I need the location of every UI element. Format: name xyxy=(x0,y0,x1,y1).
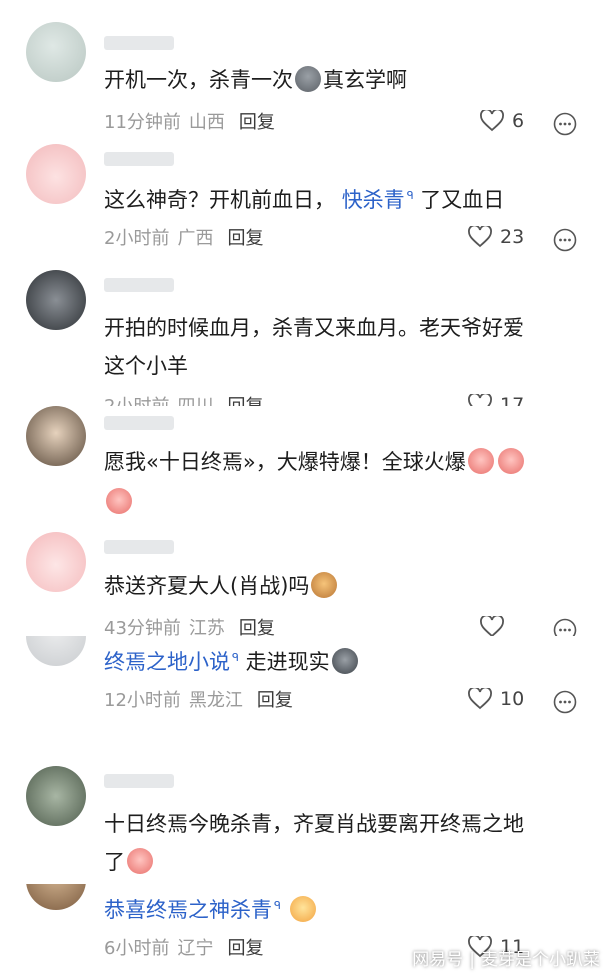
blush-emoji-icon xyxy=(106,488,132,514)
comment-meta: 43分钟前 江苏 回复 xyxy=(104,616,275,636)
like-button[interactable] xyxy=(480,616,504,636)
avatar[interactable] xyxy=(26,766,86,826)
comment-2: 这么神奇？开机前血日， 快杀青 ᑫ 了又血日 2小时前 广西 回复 23 xyxy=(0,136,612,264)
more-dots-icon[interactable] xyxy=(553,690,577,714)
comment-text: 愿我«十日终焉»，大爆特爆！全球火爆 xyxy=(104,442,589,482)
avatar[interactable] xyxy=(26,144,86,204)
comment-4: 愿我«十日终焉»，大爆特爆！全球火爆 xyxy=(0,406,612,530)
avatar[interactable] xyxy=(26,636,86,666)
reply-button[interactable]: 回复 xyxy=(239,618,275,636)
comment-meta: 11分钟前 山西 回复 xyxy=(104,112,275,133)
comment-5: 恭送齐夏大人(肖战)吗 43分钟前 江苏 回复 xyxy=(0,530,612,636)
reply-button[interactable]: 回复 xyxy=(257,690,293,711)
avatar[interactable] xyxy=(26,406,86,466)
heart-icon xyxy=(468,394,492,406)
like-button[interactable]: 6 xyxy=(480,110,524,132)
like-count: 10 xyxy=(500,688,525,710)
comment-text-line2: 了 xyxy=(104,842,589,882)
blush-emoji-icon xyxy=(127,848,153,874)
topic-link[interactable]: 恭喜终焉之神杀青 xyxy=(104,898,272,922)
comment-1: 开机一次，杀青一次 真玄学啊 11分钟前 山西 回复 6 xyxy=(0,0,612,150)
comment-text: 恭喜终焉之神杀青 ᑫ xyxy=(104,886,589,930)
comment-text: 恭送齐夏大人(肖战)吗 xyxy=(104,566,589,606)
username-blurred[interactable] xyxy=(104,416,174,430)
cat-emoji-icon xyxy=(331,648,358,674)
like-button[interactable]: 23 xyxy=(468,226,524,248)
username-blurred[interactable] xyxy=(104,152,174,166)
avatar[interactable] xyxy=(26,532,86,592)
topic-link[interactable]: 终焉之地小说 xyxy=(104,650,230,674)
comment-text: 开机一次，杀青一次 真玄学啊 xyxy=(104,66,407,92)
comment-meta: 2小时前 广西 回复 xyxy=(104,228,264,249)
comment-text-line2 xyxy=(104,482,589,522)
comment-text-line2: 这个小羊 xyxy=(104,354,188,378)
comment-meta: 2小时前四川回复 xyxy=(104,394,263,406)
heart-icon xyxy=(468,226,492,248)
more-dots-icon[interactable] xyxy=(553,618,577,636)
dog-emoji-icon xyxy=(311,572,338,598)
avatar[interactable] xyxy=(26,270,86,330)
like-count: 17 xyxy=(500,394,525,406)
poop-emoji-icon xyxy=(295,66,321,92)
reply-button[interactable]: 回复 xyxy=(227,228,263,249)
reply-button[interactable]: 回复 xyxy=(227,938,263,959)
comment-7: 十日终焉今晚杀青，齐夏肖战要离开终焉之地 了 xyxy=(0,760,612,884)
reply-button[interactable]: 回复 xyxy=(239,112,275,133)
like-count: 23 xyxy=(500,226,525,248)
reply-button[interactable]: 回复 xyxy=(227,396,263,406)
comment-3: 开拍的时候血月，杀青又来血月。老天爷好爱 这个小羊 2小时前四川回复 17 xyxy=(0,264,612,406)
heart-icon xyxy=(468,688,492,710)
comment-text: 终焉之地小说 ᑫ 走进现实 xyxy=(104,638,589,682)
search-icon[interactable]: ᑫ xyxy=(407,189,414,202)
comment-text: 十日终焉今晚杀青，齐夏肖战要离开终焉之地 xyxy=(104,812,524,836)
like-button[interactable]: 10 xyxy=(468,688,524,710)
comment-text: 这么神奇？开机前血日， 快杀青 ᑫ 了又血日 xyxy=(104,188,505,212)
heart-icon xyxy=(480,616,504,636)
like-count: 6 xyxy=(512,110,525,132)
watermark: 网易号 | 麦芽是个小趴菜 xyxy=(412,950,600,970)
comment-6: 终焉之地小说 ᑫ 走进现实 12小时前 黑龙江 回复 10 xyxy=(0,636,612,746)
search-icon[interactable]: ᑫ xyxy=(232,651,239,664)
comment-text: 开拍的时候血月，杀青又来血月。老天爷好爱 xyxy=(104,316,524,340)
surprised-emoji-icon xyxy=(289,896,316,922)
username-blurred[interactable] xyxy=(104,36,174,50)
more-dots-icon[interactable] xyxy=(553,112,577,136)
username-blurred[interactable] xyxy=(104,774,174,788)
comment-meta: 6小时前 辽宁 回复 xyxy=(104,938,264,959)
topic-link[interactable]: 快杀青 xyxy=(342,188,405,212)
username-blurred[interactable] xyxy=(104,540,174,554)
avatar[interactable] xyxy=(26,22,86,82)
heart-icon xyxy=(480,110,504,132)
more-dots-icon[interactable] xyxy=(553,228,577,252)
blush-emoji-icon xyxy=(497,448,524,474)
comment-meta: 12小时前 黑龙江 回复 xyxy=(104,690,293,711)
blush-emoji-icon xyxy=(467,448,494,474)
avatar[interactable] xyxy=(26,884,86,910)
username-blurred[interactable] xyxy=(104,278,174,292)
like-button[interactable]: 17 xyxy=(468,394,524,406)
search-icon[interactable]: ᑫ xyxy=(274,899,281,912)
